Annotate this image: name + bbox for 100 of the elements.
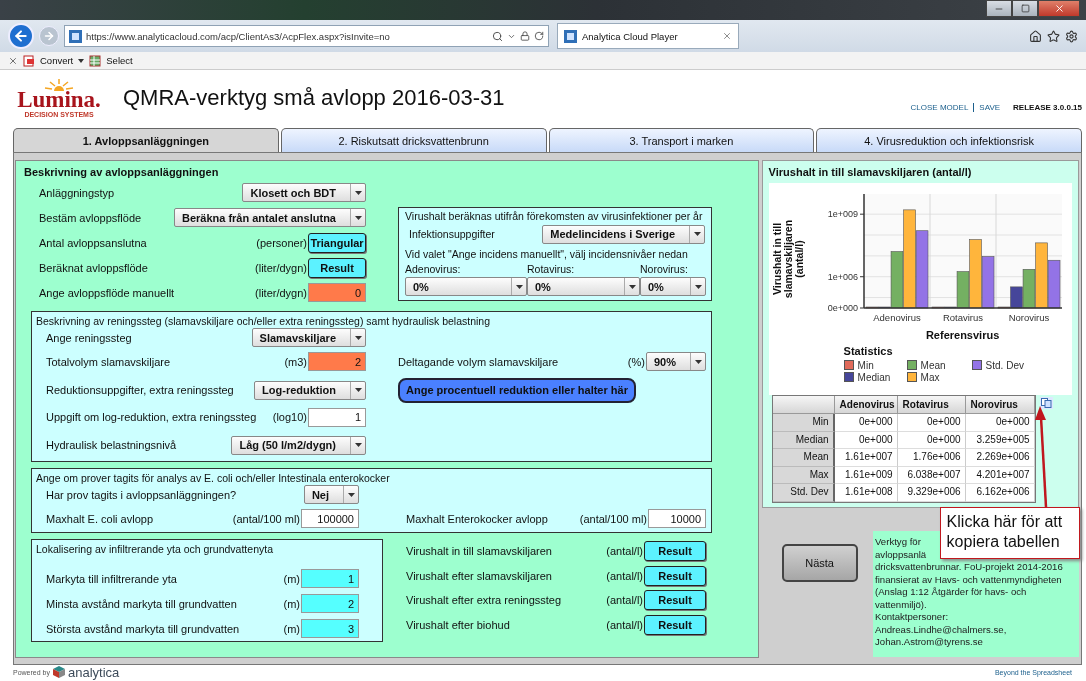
- tab[interactable]: 1. Avloppsanläggningen: [13, 128, 279, 152]
- table-cell: 0e+000: [897, 414, 966, 432]
- row-header: Mean: [772, 449, 835, 467]
- unit-label: (m): [283, 597, 300, 610]
- input-field[interactable]: 2: [301, 594, 359, 613]
- unit-label: (antal/l): [606, 545, 643, 558]
- dropdown[interactable]: 0%: [527, 277, 640, 296]
- dropdown[interactable]: Klosett och BDT: [242, 183, 366, 202]
- settings-button[interactable]: [1065, 29, 1078, 43]
- input-field[interactable]: 0: [308, 283, 366, 302]
- minimize-button[interactable]: [986, 0, 1012, 17]
- header-link[interactable]: CLOSE MODEL: [910, 102, 969, 112]
- result-button[interactable]: Result: [644, 590, 706, 611]
- table-cell: 1.61e+007: [834, 449, 898, 467]
- sun-icon: [44, 78, 74, 91]
- info-text: avloppsanlä: [875, 548, 927, 561]
- address-field[interactable]: https://www.analyticacloud.com/acp/ClientAs3/AcpFlex.aspx?isInvite=no: [64, 25, 549, 47]
- result-button[interactable]: Result: [644, 541, 706, 562]
- browser-tab[interactable]: Analytica Cloud Player: [557, 23, 739, 49]
- unit-label: (%): [627, 355, 645, 368]
- input-field[interactable]: 1: [308, 407, 366, 427]
- back-button[interactable]: [8, 23, 34, 49]
- field-label: Anläggningstyp: [39, 186, 116, 199]
- input-field[interactable]: 2: [308, 352, 366, 371]
- home-button[interactable]: [1029, 29, 1042, 43]
- copy-icon: [1040, 398, 1052, 408]
- dropdown[interactable]: Slamavskiljare: [251, 328, 366, 347]
- settings-icon: [1065, 29, 1078, 43]
- caret-icon: [354, 388, 362, 392]
- field-label: Rotavirus:: [527, 263, 576, 275]
- caret-icon: [693, 232, 701, 236]
- refresh-icon[interactable]: [534, 31, 544, 41]
- field-label: Reduktionsuppgifter, extra reningssteg: [46, 384, 235, 396]
- table-cell: 6.162e+006: [965, 484, 1035, 502]
- maximize-button[interactable]: [1012, 0, 1038, 17]
- close-icon[interactable]: [722, 31, 732, 41]
- dropdown[interactable]: Beräkna från antalet anslutna: [173, 208, 366, 227]
- field-label: Ange reningssteg: [46, 331, 133, 344]
- result-button[interactable]: Result: [644, 614, 706, 635]
- info-text: Verktyg för: [875, 536, 921, 549]
- unit-label: (liter/dygn): [255, 286, 307, 299]
- dropdown[interactable]: Medelincidens i Sverige: [542, 224, 705, 244]
- caret-icon[interactable]: [78, 58, 85, 63]
- dropdown[interactable]: Låg (50 l/m2/dygn): [231, 435, 366, 455]
- unit-label: (m3): [284, 355, 307, 368]
- app-title: QMRA-verktyg små avlopp 2016-03-31: [123, 85, 505, 111]
- dropdown[interactable]: Nej: [303, 485, 359, 504]
- table-cell: 2.269e+006: [965, 449, 1035, 467]
- input-field[interactable]: 3: [301, 619, 359, 638]
- field-label: Har prov tagits i avloppsanläggningen?: [46, 488, 238, 501]
- input-field[interactable]: 10000: [648, 509, 706, 528]
- input-field[interactable]: 1: [301, 569, 359, 588]
- tab[interactable]: 2. Riskutsatt dricksvattenbrunn: [280, 128, 547, 152]
- calc-button[interactable]: Result: [308, 257, 366, 278]
- table-cell: 1.61e+009: [834, 466, 898, 485]
- caret-icon: [694, 284, 702, 289]
- caret-icon: [515, 284, 523, 289]
- copy-button[interactable]: [1039, 397, 1053, 409]
- tab[interactable]: 4. Virusreduktion och infektionsrisk: [816, 128, 1082, 152]
- input-field[interactable]: 100000: [301, 509, 359, 528]
- section-title: Beskrivning av avloppsanläggningen: [24, 165, 220, 180]
- dropdown[interactable]: 0%: [640, 277, 706, 296]
- info-text: (Anslag 1:12 Åtgärder för havs- och: [875, 586, 1027, 599]
- axis-title: Virushalt in till slamavskiljaren (antal/l): [771, 218, 805, 301]
- y-tick-label: 1e+006: [827, 271, 858, 282]
- caret-icon: [354, 190, 362, 195]
- field-label: Virushalt efter slamavskiljaren: [406, 569, 553, 582]
- dropdown[interactable]: 0%: [405, 277, 527, 296]
- search-icon[interactable]: [492, 30, 503, 42]
- unit-label: (m): [283, 622, 300, 635]
- dropdown[interactable]: Log-reduktion: [254, 380, 366, 400]
- header-link[interactable]: SAVE: [973, 102, 1001, 112]
- legend-label: Mean: [920, 359, 946, 371]
- tab[interactable]: 3. Transport i marken: [548, 128, 815, 152]
- close-icon[interactable]: [8, 55, 18, 66]
- favorites-button[interactable]: [1047, 29, 1060, 43]
- lock-icon: [520, 31, 530, 41]
- next-button[interactable]: Nästa: [781, 544, 858, 582]
- unit-label: (antal/100 ml): [579, 512, 647, 525]
- back-icon: [13, 28, 29, 44]
- close-button[interactable]: [1038, 0, 1080, 17]
- select-button[interactable]: Select: [106, 55, 133, 66]
- field-label: Norovirus:: [640, 263, 689, 275]
- dropdown[interactable]: 90%: [645, 352, 706, 371]
- callout-text: Klicka här för att kopiera tabellen: [939, 507, 1080, 559]
- panel-title: Ange om prover tagits för analys av E. coli och/eller Intestinala enterokocker: [35, 471, 391, 484]
- convert-button[interactable]: Convert: [40, 55, 74, 66]
- action-button[interactable]: Ange procentuell reduktion eller halter här: [398, 377, 636, 403]
- field-label: Virushalt efter extra reningssteg: [406, 594, 563, 607]
- info-text: dricksvattenbrunnar. FoU-projekt 2014-2016: [875, 561, 1063, 574]
- unit-label: (liter/dygn): [255, 261, 307, 274]
- x-tick-label: Rotavirus: [942, 312, 983, 323]
- unit-label: (antal/l): [606, 569, 643, 582]
- info-text: Andreas.Lindhe@chalmers.se,: [875, 623, 1007, 636]
- unit-label: (personer): [256, 236, 307, 249]
- calc-button[interactable]: Triangular: [308, 232, 366, 253]
- x-tick-label: Norovirus: [1008, 312, 1049, 323]
- result-button[interactable]: Result: [644, 565, 706, 586]
- column-header: Adenovirus: [834, 396, 898, 414]
- forward-icon: [43, 30, 55, 42]
